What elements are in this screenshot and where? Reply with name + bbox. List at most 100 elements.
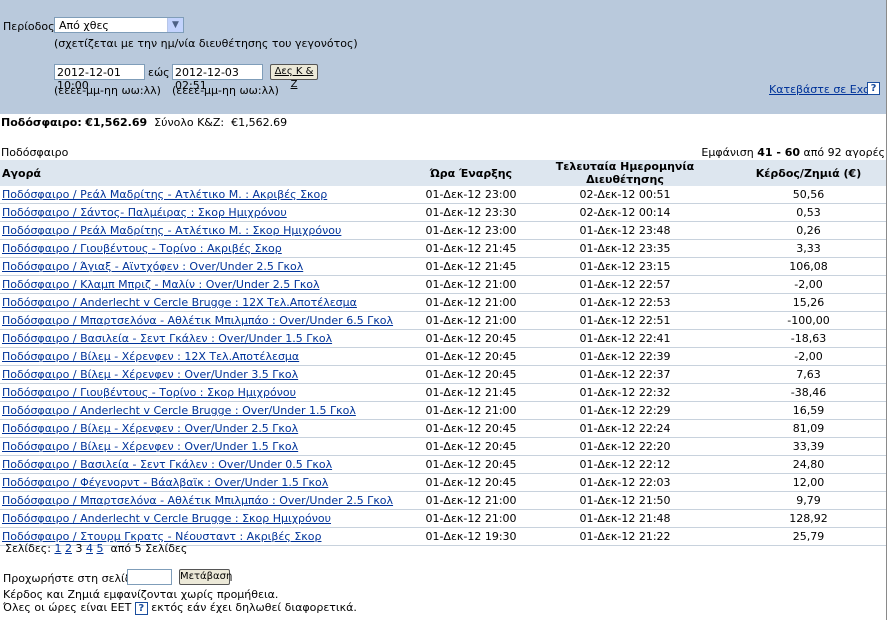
table-row: Ποδόσφαιρο / Σάντος- Παλμέιρας : Σκορ Ημ…: [0, 203, 886, 222]
settled-date: 02-Δεκ-12 00:51: [519, 186, 731, 204]
markets-table: Αγορά Ώρα Έναρξης Τελευταία Ημερομηνία Δ…: [0, 160, 886, 546]
profit-loss: 7,63: [731, 365, 886, 384]
market-link[interactable]: Ποδόσφαιρο / Βασιλεία - Σεντ Γκάλεν : Ov…: [2, 332, 332, 345]
note-timezone-prefix: Όλες οι ώρες είναι ΕΕΤ: [3, 601, 132, 614]
profit-loss: -2,00: [731, 347, 886, 366]
start-time: 01-Δεκ-12 21:00: [423, 275, 519, 294]
market-link[interactable]: Ποδόσφαιρο / Ρεάλ Μαδρίτης - Ατλέτικο Μ.…: [2, 224, 341, 237]
header-start-time: Ώρα Έναρξης: [423, 160, 519, 186]
page-link-5[interactable]: 5: [96, 542, 103, 555]
page-link-1[interactable]: 1: [54, 542, 61, 555]
market-link[interactable]: Ποδόσφαιρο / Anderlecht v Cercle Brugge …: [2, 296, 357, 309]
market-link[interactable]: Ποδόσφαιρο / Ρεάλ Μαδρίτης - Ατλέτικο Μ.…: [2, 188, 327, 201]
start-time: 01-Δεκ-12 20:45: [423, 419, 519, 438]
goto-button[interactable]: Μετάβαση: [179, 569, 232, 585]
summary-label: Ποδόσφαιρο:: [1, 116, 82, 129]
profit-loss: 3,33: [731, 239, 886, 258]
showing-range: 41 - 60: [757, 146, 801, 159]
market-link[interactable]: Ποδόσφαιρο / Μπαρτσελόνα - Αθλέτικ Μπιλμ…: [2, 314, 393, 327]
market-link[interactable]: Ποδόσφαιρο / Βασιλεία - Σεντ Γκάλεν : Ov…: [2, 458, 332, 471]
goto-page-input[interactable]: [127, 569, 172, 585]
from-format-hint: (εεεε-μμ-ηη ωω:λλ): [54, 84, 161, 97]
start-time: 01-Δεκ-12 20:45: [423, 455, 519, 474]
start-time: 01-Δεκ-12 23:00: [423, 186, 519, 204]
market-link[interactable]: Ποδόσφαιρο / Μπαρτσελόνα - Αθλέτικ Μπιλμ…: [2, 494, 393, 507]
profit-loss: 9,79: [731, 491, 886, 510]
market-link[interactable]: Ποδόσφαιρο / Βίλεμ - Χέρενφεν : 12X Τελ.…: [2, 350, 299, 363]
settled-date: 01-Δεκ-12 23:48: [519, 221, 731, 240]
start-time: 01-Δεκ-12 23:00: [423, 221, 519, 240]
start-time: 01-Δεκ-12 21:00: [423, 509, 519, 528]
start-time: 01-Δεκ-12 19:30: [423, 527, 519, 546]
market-link[interactable]: Ποδόσφαιρο / Φέγενορντ - Βάαλβαϊκ : Over…: [2, 476, 328, 489]
header-profit-loss: Κέρδος/Ζημιά (€): [731, 160, 886, 186]
start-time: 01-Δεκ-12 20:45: [423, 365, 519, 384]
note-commission: Κέρδος και Ζημιά εμφανίζονται χωρίς προμ…: [3, 588, 279, 601]
show-pl-button[interactable]: Δες Κ & Ζ: [270, 64, 318, 90]
market-link[interactable]: Ποδόσφαιρο / Γιουβέντους - Τορίνο : Σκορ…: [2, 386, 296, 399]
table-row: Ποδόσφαιρο / Anderlecht v Cercle Brugge …: [0, 293, 886, 312]
chevron-down-icon[interactable]: ▼: [167, 18, 183, 32]
pager-suffix: από 5 Σελίδες: [110, 542, 188, 555]
settled-date: 01-Δεκ-12 22:41: [519, 329, 731, 348]
table-row: Ποδόσφαιρο / Anderlecht v Cercle Brugge …: [0, 401, 886, 420]
profit-loss: 81,09: [731, 419, 886, 438]
profit-loss: 128,92: [731, 509, 886, 528]
table-row: Ποδόσφαιρο / Βίλεμ - Χέρενφεν : 12X Τελ.…: [0, 347, 886, 366]
start-time: 01-Δεκ-12 21:00: [423, 491, 519, 510]
market-link[interactable]: Ποδόσφαιρο / Βίλεμ - Χέρενφεν : Over/Und…: [2, 440, 298, 453]
settled-date: 01-Δεκ-12 22:39: [519, 347, 731, 366]
section-title: Ποδόσφαιρο: [1, 146, 69, 159]
help-icon[interactable]: ?: [867, 82, 880, 95]
market-link[interactable]: Ποδόσφαιρο / Σάντος- Παλμέιρας : Σκορ Ημ…: [2, 206, 287, 219]
table-row: Ποδόσφαιρο / Μπαρτσελόνα - Αθλέτικ Μπιλμ…: [0, 311, 886, 330]
profit-loss: -38,46: [731, 383, 886, 402]
start-time: 01-Δεκ-12 21:00: [423, 401, 519, 420]
market-link[interactable]: Ποδόσφαιρο / Βίλεμ - Χέρενφεν : Over/Und…: [2, 368, 298, 381]
settled-date: 01-Δεκ-12 22:29: [519, 401, 731, 420]
market-link[interactable]: Ποδόσφαιρο / Άγιαξ - Αϊντχόφεν : Over/Un…: [2, 260, 303, 273]
market-link[interactable]: Ποδόσφαιρο / Anderlecht v Cercle Brugge …: [2, 404, 356, 417]
settled-date: 01-Δεκ-12 22:53: [519, 293, 731, 312]
settled-date: 01-Δεκ-12 22:24: [519, 419, 731, 438]
table-row: Ποδόσφαιρο / Βασιλεία - Σεντ Γκάλεν : Ov…: [0, 455, 886, 474]
period-select[interactable]: Από χθες ▼: [54, 17, 184, 33]
showing-suffix: από 92 αγορές: [803, 146, 885, 159]
settled-date: 01-Δεκ-12 22:03: [519, 473, 731, 492]
start-time: 01-Δεκ-12 21:45: [423, 383, 519, 402]
excel-download-link[interactable]: Κατεβάστε σε Excel: [769, 83, 879, 96]
summary-total-amount: €1,562.69: [231, 116, 288, 129]
market-link[interactable]: Ποδόσφαιρο / Κλαμπ Μπριζ - Μαλίν : Over/…: [2, 278, 320, 291]
page-link-4[interactable]: 4: [86, 542, 93, 555]
settled-date: 01-Δεκ-12 23:15: [519, 257, 731, 276]
period-note: (σχετίζεται με την ημ/νία διευθέτησης το…: [54, 37, 358, 50]
settled-date: 01-Δεκ-12 22:20: [519, 437, 731, 456]
start-time: 01-Δεκ-12 20:45: [423, 329, 519, 348]
market-link[interactable]: Ποδόσφαιρο / Βίλεμ - Χέρενφεν : Over/Und…: [2, 422, 298, 435]
table-row: Ποδόσφαιρο / Ρεάλ Μαδρίτης - Ατλέτικο Μ.…: [0, 221, 886, 240]
note-timezone: Όλες οι ώρες είναι ΕΕΤ ? εκτός εάν έχει …: [3, 601, 357, 615]
to-date-input[interactable]: 2012-12-03 02:51: [172, 64, 263, 92]
table-header-row: Αγορά Ώρα Έναρξης Τελευταία Ημερομηνία Δ…: [0, 160, 886, 186]
market-link[interactable]: Ποδόσφαιρο / Γιουβέντους - Τορίνο : Ακρι…: [2, 242, 282, 255]
market-link[interactable]: Ποδόσφαιρο / Anderlecht v Cercle Brugge …: [2, 512, 331, 525]
table-row: Ποδόσφαιρο / Φέγενορντ - Βάαλβαϊκ : Over…: [0, 473, 886, 492]
from-date-input[interactable]: 2012-12-01 10:00: [54, 64, 145, 92]
pager-label: Σελίδες:: [5, 542, 51, 555]
header-market: Αγορά: [0, 160, 423, 186]
profit-loss: -2,00: [731, 275, 886, 294]
settled-date: 01-Δεκ-12 22:57: [519, 275, 731, 294]
page-link-2[interactable]: 2: [65, 542, 72, 555]
period-select-value: Από χθες: [59, 19, 109, 32]
help-icon[interactable]: ?: [134, 602, 148, 615]
table-row: Ποδόσφαιρο / Βίλεμ - Χέρενφεν : Over/Und…: [0, 437, 886, 456]
start-time: 01-Δεκ-12 21:45: [423, 239, 519, 258]
table-row: Ποδόσφαιρο / Βασιλεία - Σεντ Γκάλεν : Ov…: [0, 329, 886, 348]
profit-loss: 15,26: [731, 293, 886, 312]
profit-loss: 106,08: [731, 257, 886, 276]
profit-loss: 50,56: [731, 186, 886, 204]
settled-date: 01-Δεκ-12 22:32: [519, 383, 731, 402]
settled-date: 01-Δεκ-12 22:37: [519, 365, 731, 384]
profit-loss: 12,00: [731, 473, 886, 492]
start-time: 01-Δεκ-12 21:00: [423, 293, 519, 312]
